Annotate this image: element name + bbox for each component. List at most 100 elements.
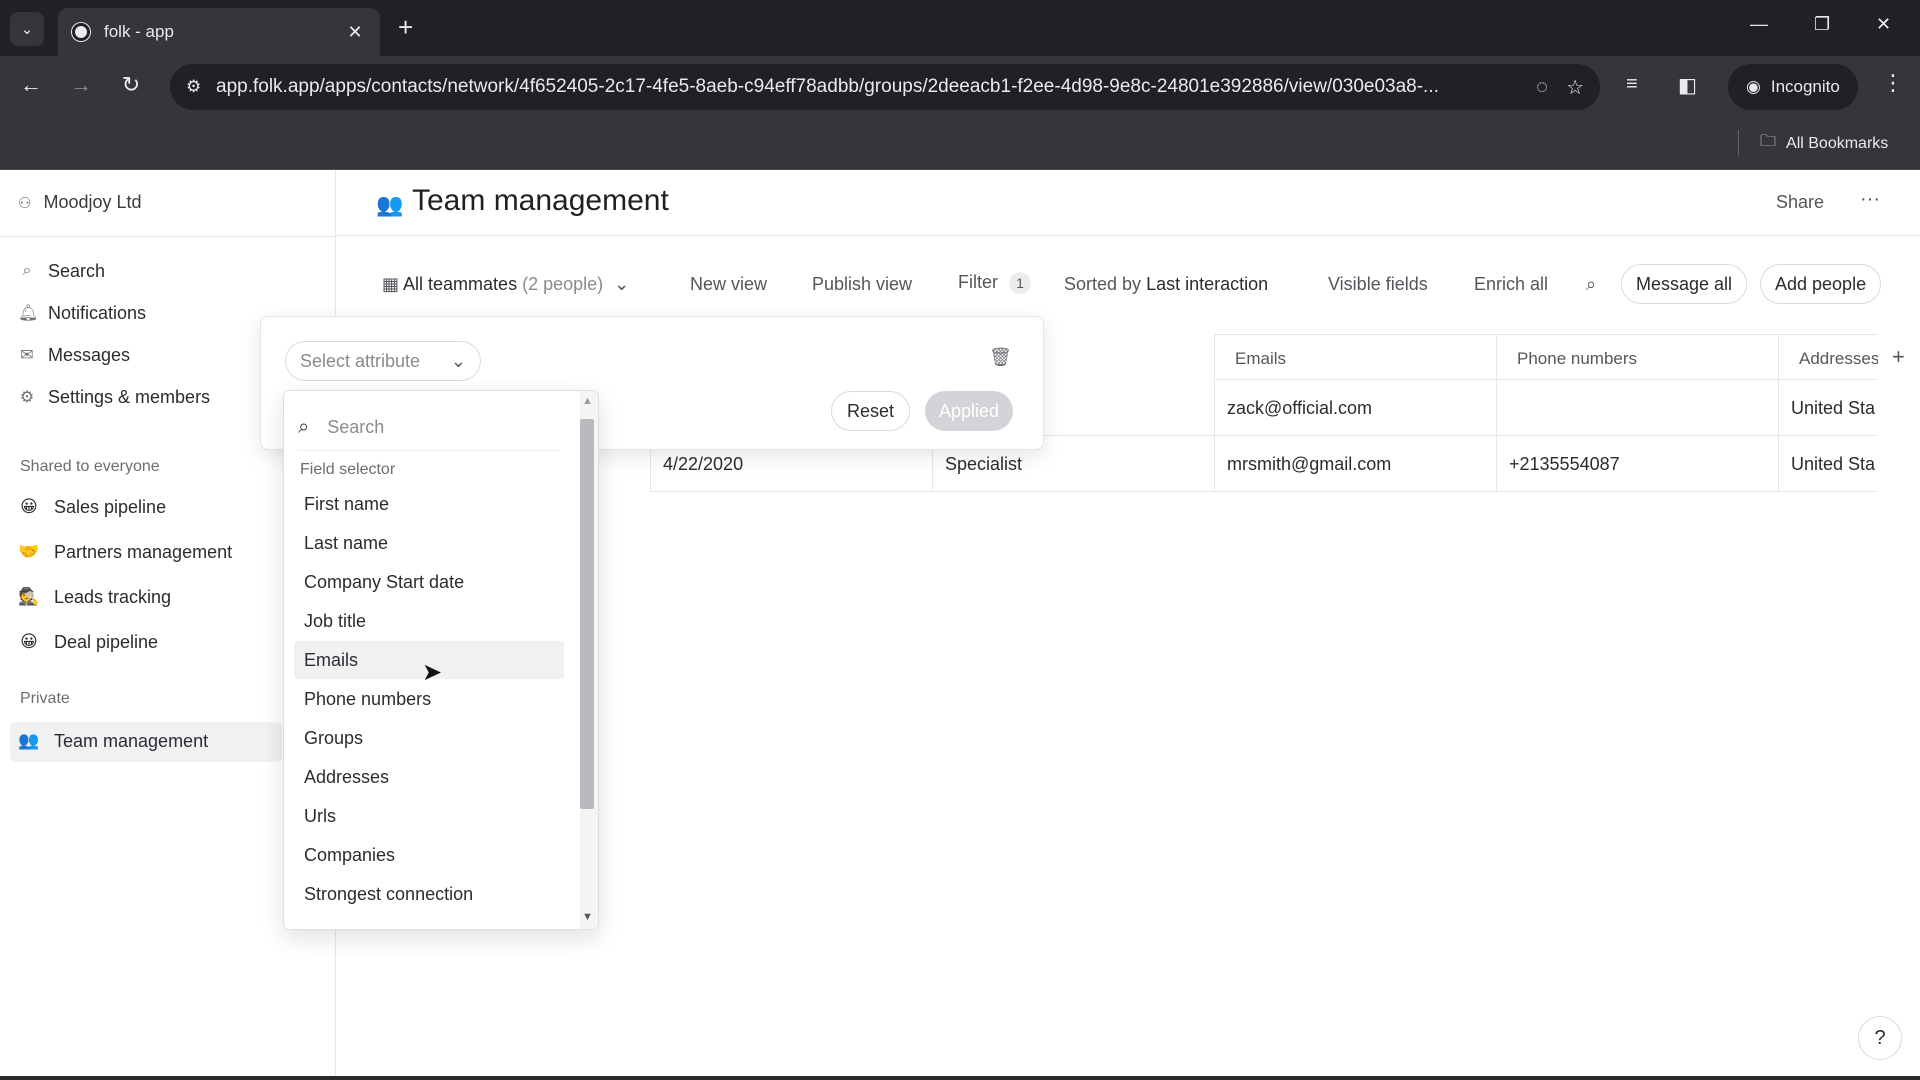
select-attribute-dropdown[interactable]: Select attribute ⌄ — [285, 341, 481, 381]
table-cell-address[interactable]: United Sta — [1778, 436, 1878, 492]
incognito-badge[interactable]: ◉ Incognito — [1728, 64, 1858, 110]
sort-button[interactable]: Sorted by Last interaction — [1064, 274, 1268, 295]
sidebar-group-sales-pipeline[interactable]: 😀 Sales pipeline — [18, 496, 166, 518]
group-emoji-icon: 😀 — [20, 497, 38, 516]
filter-count-badge: 1 — [1009, 272, 1032, 294]
workspace-name: Moodjoy Ltd — [43, 192, 142, 212]
minimize-icon[interactable]: — — [1750, 14, 1768, 35]
close-tab-icon[interactable]: ✕ — [344, 22, 366, 43]
sidebar-item-label: Messages — [48, 344, 131, 365]
sidebar-item-notifications[interactable]: 🔔︎ Notifications — [18, 298, 146, 328]
group-emoji-icon: 🤝 — [18, 542, 40, 561]
search-icon: ⌕ — [298, 416, 310, 438]
new-tab-button[interactable]: + — [398, 14, 413, 40]
trash-icon[interactable]: 🗑 — [989, 347, 1012, 368]
search-icon: ⌕ — [22, 262, 32, 279]
chevron-down-icon: ⌄ — [450, 350, 466, 371]
sidebar-item-label: Settings & members — [48, 386, 211, 407]
table-view-icon: ▦ — [382, 274, 400, 294]
sidebar-group-label: Team management — [54, 730, 209, 751]
bookmark-star-icon[interactable]: ☆ — [1566, 75, 1584, 100]
table-cell-phone[interactable]: +2135554087 — [1496, 436, 1778, 492]
message-all-button[interactable]: Message all — [1621, 264, 1748, 304]
private-section-label: Private — [20, 690, 70, 707]
gear-icon: ⚙ — [19, 389, 35, 406]
sidebar-item-messages[interactable]: ✉ Messages — [18, 340, 130, 370]
filter-button[interactable]: Filter 1 — [958, 272, 1032, 294]
search-icon[interactable]: ⌕ — [1586, 274, 1596, 295]
sidebar-group-label: Sales pipeline — [54, 496, 167, 517]
more-options-icon[interactable]: ··· — [1860, 188, 1880, 211]
visible-fields-button[interactable]: Visible fields — [1328, 274, 1428, 295]
add-column-icon[interactable]: + — [1892, 344, 1905, 370]
applied-button[interactable]: Applied — [925, 391, 1014, 431]
forward-icon[interactable]: → — [66, 72, 96, 98]
field-search-placeholder: Search — [327, 417, 385, 437]
side-panel-icon[interactable]: ◧ — [1678, 73, 1697, 98]
publish-view-button[interactable]: Publish view — [812, 274, 912, 295]
field-option-job-title[interactable]: Job title — [294, 602, 564, 640]
field-search-input[interactable]: ⌕ Search — [298, 405, 560, 451]
group-emoji-icon: 🕵 — [18, 587, 40, 606]
reload-icon[interactable]: ↻ — [116, 72, 146, 98]
eye-off-icon[interactable]: ◌ — [1536, 76, 1548, 99]
all-bookmarks-button[interactable]: 🗀 All Bookmarks — [1760, 130, 1888, 157]
view-toolbar: ▦ All teammates (2 people) ⌄ New view Pu… — [336, 262, 1920, 308]
browser-tab-bar: ⌄ folk - app ✕ + — ❐ ✕ — [0, 0, 1920, 56]
media-icon[interactable]: ≡ — [1626, 73, 1638, 96]
sidebar-group-label: Leads tracking — [54, 586, 172, 607]
folder-icon: 🗀 — [1760, 133, 1777, 150]
sidebar-item-search[interactable]: ⌕ Search — [18, 256, 106, 286]
tab-title: folk - app — [104, 22, 174, 41]
address-bar[interactable]: ⚙ app.folk.app/apps/contacts/network/4f6… — [170, 64, 1600, 110]
site-info-icon[interactable]: ⚙ — [186, 77, 216, 97]
sidebar-group-partners-management[interactable]: 🤝 Partners management — [18, 541, 232, 563]
field-option-strongest-connection[interactable]: Strongest connection — [294, 875, 564, 913]
column-header-phone-numbers[interactable]: Phone numbers — [1496, 334, 1778, 380]
page-title: Team management — [412, 184, 669, 217]
scroll-down-icon[interactable]: ▼ — [582, 911, 593, 923]
workspace-switcher[interactable]: ⚇ Moodjoy Ltd — [18, 192, 142, 213]
field-option-last-name[interactable]: Last name — [294, 524, 564, 562]
back-icon[interactable]: ← — [16, 72, 46, 98]
field-option-first-name[interactable]: First name — [294, 485, 564, 523]
table-cell-phone[interactable] — [1496, 380, 1778, 436]
sidebar-item-settings[interactable]: ⚙ Settings & members — [18, 382, 210, 412]
column-header-addresses[interactable]: Addresses — [1778, 334, 1878, 380]
field-option-groups[interactable]: Groups — [294, 719, 564, 757]
sidebar-group-team-management[interactable]: 👥 Team management — [18, 730, 208, 752]
browser-tab[interactable]: folk - app ✕ — [58, 8, 380, 56]
field-option-urls[interactable]: Urls — [294, 797, 564, 835]
restore-icon[interactable]: ❐ — [1814, 14, 1830, 35]
bell-icon: 🔔︎ — [18, 305, 39, 322]
new-view-button[interactable]: New view — [690, 274, 767, 295]
tab-search-button[interactable]: ⌄ — [10, 12, 44, 46]
window-close-icon[interactable]: ✕ — [1876, 14, 1891, 35]
view-selector[interactable]: ▦ All teammates (2 people) ⌄ — [382, 274, 629, 295]
add-people-button[interactable]: Add people — [1760, 264, 1882, 304]
column-header-emails[interactable]: Emails — [1214, 334, 1496, 380]
table-cell-email[interactable]: zack@official.com — [1214, 380, 1496, 436]
browser-menu-icon[interactable]: ⋮ — [1882, 70, 1904, 96]
dropdown-scrollbar-thumb[interactable] — [580, 419, 594, 809]
table-cell-email[interactable]: mrsmith@gmail.com — [1214, 436, 1496, 492]
help-button[interactable]: ? — [1858, 1016, 1902, 1060]
share-button[interactable]: Share — [1776, 192, 1824, 213]
team-icon: 👥 — [376, 192, 404, 217]
url-text[interactable]: app.folk.app/apps/contacts/network/4f652… — [216, 76, 1518, 98]
bookmarks-divider — [1738, 130, 1739, 156]
field-option-addresses[interactable]: Addresses — [294, 758, 564, 796]
favicon-icon — [72, 23, 90, 41]
field-option-companies[interactable]: Companies — [294, 836, 564, 874]
table-cell-address[interactable]: United Sta — [1778, 380, 1878, 436]
scroll-up-icon[interactable]: ▲ — [582, 395, 593, 407]
field-option-company-start-date[interactable]: Company Start date — [294, 563, 564, 601]
enrich-all-button[interactable]: Enrich all — [1474, 274, 1548, 295]
all-bookmarks-label: All Bookmarks — [1786, 134, 1889, 152]
sidebar-group-deal-pipeline[interactable]: 😀 Deal pipeline — [18, 631, 158, 653]
reset-button[interactable]: Reset — [831, 391, 911, 431]
workspace-icon: ⚇ — [18, 194, 32, 212]
bottom-edge — [0, 1076, 1920, 1080]
select-attribute-placeholder: Select attribute — [300, 350, 421, 371]
sidebar-group-leads-tracking[interactable]: 🕵 Leads tracking — [18, 586, 171, 608]
